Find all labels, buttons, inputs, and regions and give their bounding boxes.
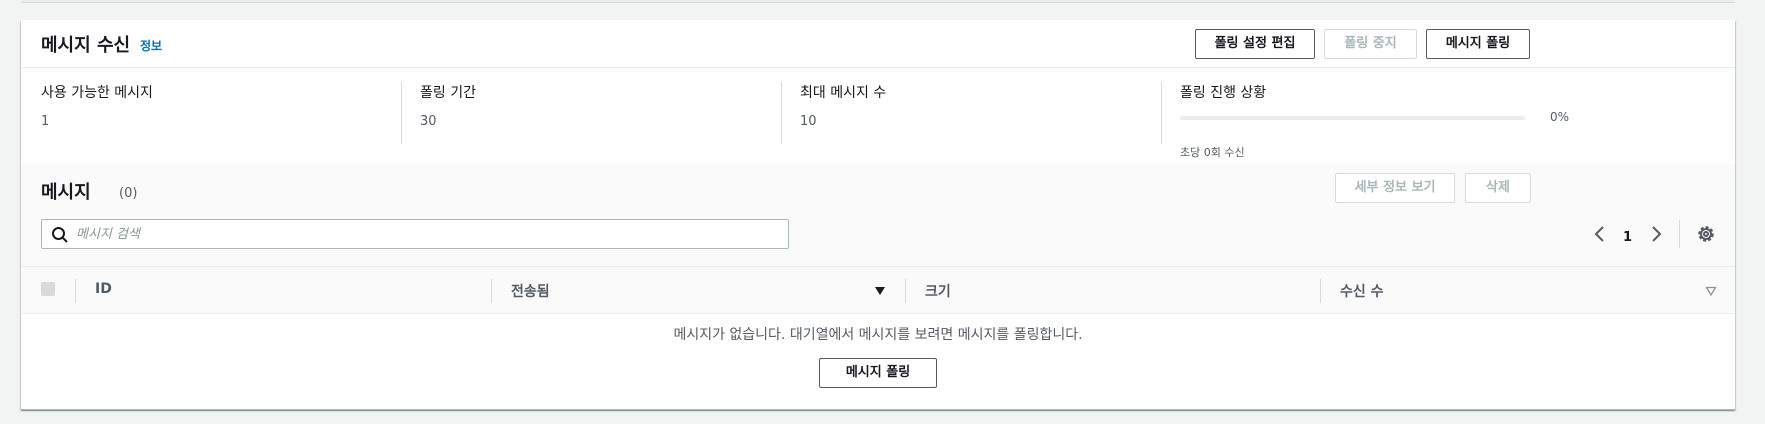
column-header-sent[interactable]: 전송됨 xyxy=(511,281,550,301)
stat-label: 폴링 진행 상황 xyxy=(1180,85,1267,101)
stat-value: 30 xyxy=(420,114,437,129)
table-header: ID 전송됨 크기 수신 수 xyxy=(21,266,1735,314)
caret-down-outline-icon[interactable] xyxy=(1705,285,1717,297)
chevron-left-icon[interactable] xyxy=(1590,224,1610,244)
empty-state-poll-button[interactable]: 메시지 폴링 xyxy=(819,358,937,388)
select-all-checkbox[interactable] xyxy=(41,282,55,296)
stat-divider xyxy=(401,82,402,144)
receive-messages-panel: 메시지 수신 정보 폴링 설정 편집 폴링 중지 메시지 폴링 사용 가능한 메… xyxy=(21,20,1735,410)
column-header-receive-count[interactable]: 수신 수 xyxy=(1340,281,1384,301)
stat-available-messages: 사용 가능한 메시지 1 xyxy=(41,68,401,164)
pager-divider xyxy=(1679,220,1680,248)
column-divider xyxy=(75,279,76,303)
current-page-number[interactable]: 1 xyxy=(1623,230,1632,245)
column-header-id[interactable]: ID xyxy=(95,281,112,297)
caret-down-filled-icon[interactable] xyxy=(874,285,886,297)
column-divider xyxy=(1320,279,1321,303)
column-divider xyxy=(905,279,906,303)
info-link[interactable]: 정보 xyxy=(140,37,162,54)
empty-state-message: 메시지가 없습니다. 대기열에서 메시지를 보려면 메시지를 폴링합니다. xyxy=(673,327,1083,343)
stat-max-messages: 최대 메시지 수 10 xyxy=(800,68,1160,164)
stat-label: 최대 메시지 수 xyxy=(800,85,887,101)
messages-section: 메시지 (0) 세부 정보 보기 삭제 1 xyxy=(21,164,1735,266)
search-icon xyxy=(52,227,68,243)
search-box xyxy=(41,219,789,249)
stat-polling-progress: 폴링 진행 상황 0% 초당 0회 수신 xyxy=(1180,68,1600,164)
stat-label: 폴링 기간 xyxy=(420,85,476,101)
panel-bottom-border xyxy=(21,409,1735,410)
stat-value: 1 xyxy=(41,114,50,129)
poll-messages-button[interactable]: 메시지 폴링 xyxy=(1426,29,1530,59)
stat-value: 10 xyxy=(800,114,817,129)
stat-polling-duration: 폴링 기간 30 xyxy=(420,68,780,164)
delete-button[interactable]: 삭제 xyxy=(1465,173,1531,203)
stat-divider xyxy=(1161,82,1162,144)
messages-title: 메시지 xyxy=(41,182,91,203)
top-divider xyxy=(21,0,1735,3)
progress-bar xyxy=(1180,116,1525,120)
column-divider xyxy=(491,279,492,303)
stop-polling-button[interactable]: 폴링 중지 xyxy=(1324,29,1417,59)
messages-count: (0) xyxy=(119,186,138,201)
stat-divider xyxy=(781,82,782,144)
edit-poll-settings-button[interactable]: 폴링 설정 편집 xyxy=(1195,29,1315,59)
view-details-button[interactable]: 세부 정보 보기 xyxy=(1335,173,1455,203)
search-input[interactable] xyxy=(76,220,776,248)
gear-icon[interactable] xyxy=(1696,224,1716,244)
polling-stats: 사용 가능한 메시지 1 폴링 기간 30 최대 메시지 수 10 폴링 진행 … xyxy=(21,68,1735,164)
panel-header: 메시지 수신 정보 폴링 설정 편집 폴링 중지 메시지 폴링 xyxy=(21,20,1735,68)
progress-description: 초당 0회 수신 xyxy=(1180,146,1245,159)
panel-title: 메시지 수신 xyxy=(41,35,131,56)
chevron-right-icon[interactable] xyxy=(1646,224,1666,244)
progress-percent: 0% xyxy=(1550,110,1570,124)
column-header-size[interactable]: 크기 xyxy=(925,281,951,301)
stat-label: 사용 가능한 메시지 xyxy=(41,85,153,101)
